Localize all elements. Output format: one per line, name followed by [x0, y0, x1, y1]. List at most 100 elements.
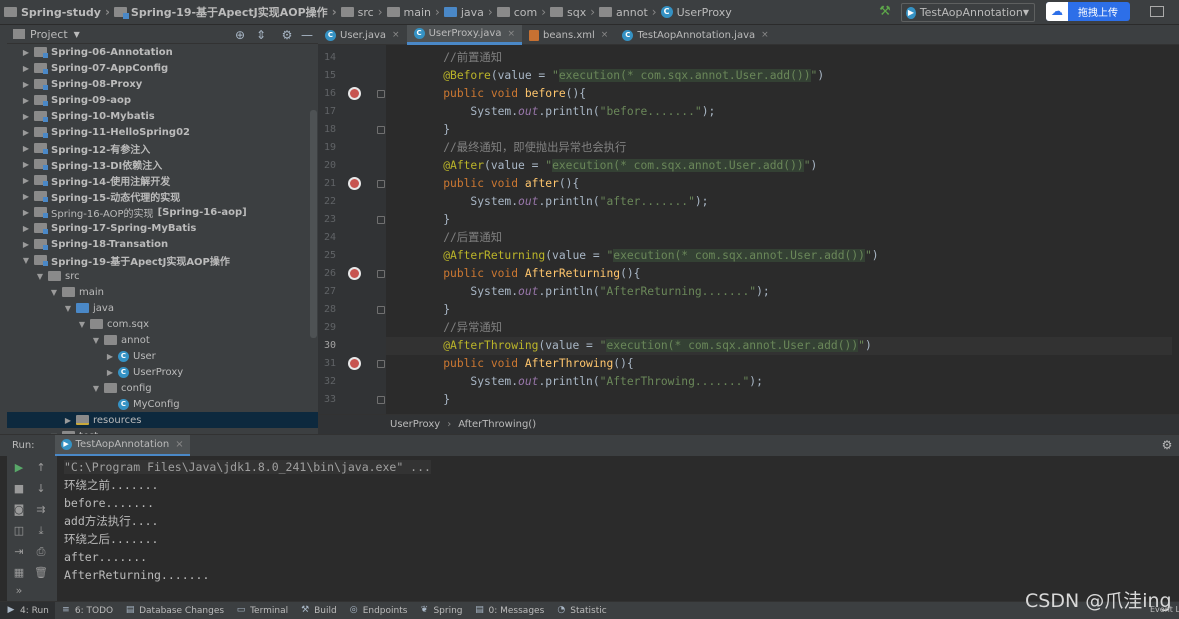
tree-item[interactable]: ▼ config: [7, 380, 318, 396]
aspect-advice-icon[interactable]: [348, 357, 361, 370]
tree-item[interactable]: ▶ Spring-09-aop: [7, 92, 318, 108]
expanded-arrow-icon[interactable]: ▼: [91, 336, 101, 345]
editor-tab[interactable]: C TestAopAnnotation.java ×: [615, 25, 775, 45]
camera-icon[interactable]: ◙: [12, 503, 26, 517]
breadcrumb-project[interactable]: Spring-study ›: [4, 0, 114, 25]
fold-marker-icon[interactable]: [377, 306, 385, 314]
tree-item[interactable]: ▶ Spring-16-AOP的实现 [Spring-16-aop]: [7, 204, 318, 220]
collapsed-arrow-icon[interactable]: ▶: [21, 144, 31, 153]
arrow-down-icon[interactable]: ↓: [34, 482, 48, 496]
restore-layout-icon[interactable]: ▦: [12, 566, 26, 580]
tool-window-tab[interactable]: ◎ Endpoints: [343, 602, 414, 619]
fold-marker-icon[interactable]: [377, 216, 385, 224]
stop-icon[interactable]: ■: [12, 482, 26, 496]
upload-button[interactable]: ☁ 拖拽上传: [1046, 2, 1130, 21]
tree-item[interactable]: ▶ Spring-08-Proxy: [7, 76, 318, 92]
project-panel-header[interactable]: Project ▼: [7, 25, 318, 44]
run-configuration-select[interactable]: ▶ TestAopAnnotation ▼: [901, 3, 1035, 22]
fold-marker-icon[interactable]: [377, 270, 385, 278]
aspect-advice-icon[interactable]: [348, 267, 361, 280]
tree-item[interactable]: ▶ resources: [7, 412, 318, 428]
tool-window-tab[interactable]: ⚒ Build: [294, 602, 343, 619]
code-line[interactable]: @AfterReturning(value = "execution(* com…: [386, 247, 1179, 265]
collapsed-arrow-icon[interactable]: ▶: [21, 96, 31, 105]
breadcrumb-annot[interactable]: annot ›: [599, 0, 661, 25]
breadcrumb-main[interactable]: main ›: [386, 0, 444, 25]
tree-item[interactable]: ▶ Spring-14-使用注解开发: [7, 172, 318, 188]
gear-icon[interactable]: ⚙: [1160, 438, 1174, 452]
expanded-arrow-icon[interactable]: ▼: [21, 256, 31, 265]
tree-item[interactable]: ▶ Spring-11-HelloSpring02: [7, 124, 318, 140]
collapsed-arrow-icon[interactable]: ▶: [21, 160, 31, 169]
code-editor[interactable]: //前置通知 @Before(value = "execution(* com.…: [386, 45, 1179, 414]
tool-window-tab[interactable]: ▭ Terminal: [230, 602, 294, 619]
console-output[interactable]: "C:\Program Files\Java\jdk1.8.0_241\bin\…: [57, 456, 1179, 602]
tree-item[interactable]: ▶ Spring-10-Mybatis: [7, 108, 318, 124]
collapsed-arrow-icon[interactable]: ▶: [21, 80, 31, 89]
print-icon[interactable]: ⎙: [34, 545, 48, 559]
code-line[interactable]: public void AfterThrowing(){: [386, 355, 1179, 373]
close-icon[interactable]: ×: [507, 29, 515, 39]
tree-item[interactable]: ▶ Spring-07-AppConfig: [7, 60, 318, 76]
close-icon[interactable]: ×: [392, 30, 400, 40]
trash-icon[interactable]: 🗑: [34, 566, 48, 580]
code-line[interactable]: public void AfterReturning(){: [386, 265, 1179, 283]
tree-item[interactable]: ▼ main: [7, 284, 318, 300]
tree-item[interactable]: ▶ C User: [7, 348, 318, 364]
expanded-arrow-icon[interactable]: ▼: [49, 288, 59, 297]
editor-tab[interactable]: beans.xml ×: [522, 25, 615, 45]
code-line[interactable]: System.out.println("after.......");: [386, 193, 1179, 211]
exit-icon[interactable]: ⇥: [12, 545, 26, 559]
tool-window-tab[interactable]: ◔ Statistic: [550, 602, 612, 619]
collapsed-arrow-icon[interactable]: ▶: [21, 64, 31, 73]
code-line[interactable]: }: [386, 301, 1179, 319]
code-line[interactable]: //后置通知: [386, 229, 1179, 247]
breadcrumb-userproxy[interactable]: C UserProxy: [660, 0, 732, 25]
editor-tab[interactable]: C User.java ×: [318, 25, 407, 45]
rerun-icon[interactable]: ▶: [12, 461, 26, 475]
code-line[interactable]: @AfterThrowing(value = "execution(* com.…: [386, 337, 1179, 355]
collapsed-arrow-icon[interactable]: ▶: [21, 192, 31, 201]
tree-item[interactable]: ▼ java: [7, 300, 318, 316]
tool-window-tab[interactable]: ▤ 0: Messages: [469, 602, 551, 619]
arrow-up-icon[interactable]: ↑: [34, 461, 48, 475]
fold-marker-icon[interactable]: [377, 126, 385, 134]
expanded-arrow-icon[interactable]: ▼: [91, 384, 101, 393]
close-icon[interactable]: ×: [601, 30, 609, 40]
code-line[interactable]: @After(value = "execution(* com.sqx.anno…: [386, 157, 1179, 175]
tree-item[interactable]: ▶ Spring-18-Transation: [7, 236, 318, 252]
collapsed-arrow-icon[interactable]: ▶: [21, 208, 31, 217]
tool-window-tab[interactable]: ≡ 6: TODO: [55, 602, 119, 619]
breadcrumb-src[interactable]: src ›: [340, 0, 387, 25]
fold-marker-icon[interactable]: [377, 180, 385, 188]
scroll-to-end-icon[interactable]: ⤓: [34, 524, 48, 538]
breadcrumb-module[interactable]: Spring-19-基于ApectJ实现AOP操作 ›: [113, 0, 341, 25]
breadcrumb-java[interactable]: java ›: [443, 0, 497, 25]
editor-scrollbar[interactable]: [1172, 45, 1179, 414]
event-log-tab[interactable]: Event L: [1150, 605, 1179, 614]
locate-icon[interactable]: ⊕: [233, 28, 247, 42]
minimize-icon[interactable]: —: [300, 28, 314, 42]
fold-marker-icon[interactable]: [377, 90, 385, 98]
editor-tab[interactable]: C UserProxy.java ×: [406, 25, 522, 45]
collapsed-arrow-icon[interactable]: ▶: [21, 112, 31, 121]
code-line[interactable]: //最终通知，即使抛出异常也会执行: [386, 139, 1179, 157]
aspect-advice-icon[interactable]: [348, 177, 361, 190]
project-tool-tab[interactable]: [0, 29, 7, 79]
collapsed-arrow-icon[interactable]: ▶: [105, 352, 115, 361]
code-line[interactable]: public void after(){: [386, 175, 1179, 193]
gear-icon[interactable]: ⚙: [280, 28, 294, 42]
breadcrumb-com[interactable]: com ›: [496, 0, 550, 25]
tool-window-tab[interactable]: ▶ 4: Run: [0, 601, 55, 619]
tool-window-tab[interactable]: ❦ Spring: [413, 602, 468, 619]
tree-item[interactable]: ▶ Spring-15-动态代理的实现: [7, 188, 318, 204]
tree-item[interactable]: ▶ Spring-12-有参注入: [7, 140, 318, 156]
close-icon[interactable]: ×: [761, 30, 769, 40]
tree-item[interactable]: C MyConfig: [7, 396, 318, 412]
tree-item[interactable]: ▶ Spring-13-DI依赖注入: [7, 156, 318, 172]
code-line[interactable]: }: [386, 121, 1179, 139]
soft-wrap-icon[interactable]: ⇉: [34, 503, 48, 517]
tree-item[interactable]: ▼ annot: [7, 332, 318, 348]
breadcrumb-sqx[interactable]: sqx ›: [550, 0, 599, 25]
code-line[interactable]: //异常通知: [386, 319, 1179, 337]
